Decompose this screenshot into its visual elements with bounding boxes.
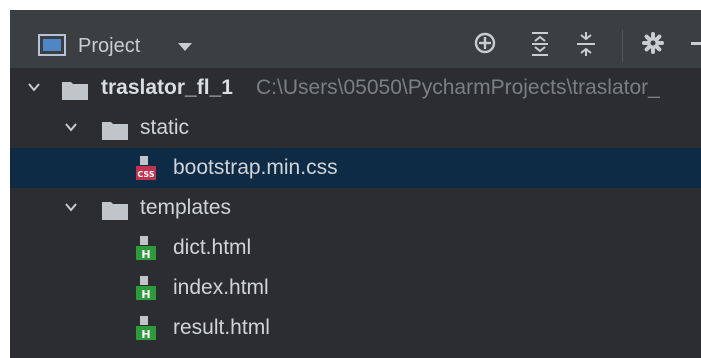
- folder-name-templates: templates: [140, 196, 232, 219]
- tree-row-static[interactable]: static: [10, 108, 701, 148]
- root-folder-path: C:\Users\05050\PycharmProjects\traslator…: [256, 76, 660, 99]
- folder-name-static: static: [140, 116, 190, 139]
- toolbar-separator: [622, 30, 623, 62]
- tree-row-index-html[interactable]: H index.html: [10, 268, 701, 308]
- root-folder-name: traslator_fl_1: [101, 76, 233, 99]
- gear-icon[interactable]: [641, 31, 665, 55]
- file-name-bootstrap-css: bootstrap.min.css: [173, 156, 338, 179]
- collapse-all-icon[interactable]: [575, 31, 597, 57]
- expand-all-icon[interactable]: [529, 31, 551, 57]
- folder-icon: [102, 202, 128, 220]
- folder-icon: [102, 122, 128, 140]
- html-badge-text: H: [141, 288, 150, 300]
- tree-row-templates[interactable]: templates: [10, 188, 701, 228]
- html-file-icon: H: [136, 236, 156, 260]
- project-tool-window: Project traslator_fl_1 C:\Users\05050\Py…: [10, 10, 701, 358]
- minimize-icon[interactable]: [691, 42, 701, 46]
- chevron-down-icon[interactable]: [27, 82, 41, 92]
- file-name-result-html: result.html: [173, 316, 270, 339]
- html-badge-text: H: [141, 248, 150, 260]
- html-file-icon: H: [136, 276, 156, 300]
- locate-icon[interactable]: [473, 31, 497, 55]
- html-file-icon: H: [136, 316, 156, 340]
- folder-icon: [62, 82, 88, 100]
- view-dropdown-icon[interactable]: [178, 43, 192, 51]
- project-toolbar: Project: [10, 10, 701, 68]
- project-view-label[interactable]: Project: [78, 35, 140, 58]
- html-badge-text: H: [141, 328, 150, 340]
- chevron-down-icon[interactable]: [64, 202, 78, 212]
- css-badge-text: CSS: [137, 170, 154, 179]
- css-file-icon: CSS: [136, 156, 156, 180]
- file-name-index-html: index.html: [173, 276, 269, 299]
- tree-row-result-html[interactable]: H result.html: [10, 308, 701, 348]
- project-view-icon: [38, 34, 66, 56]
- tree-row-dict-html[interactable]: H dict.html: [10, 228, 701, 268]
- tree-row-root[interactable]: traslator_fl_1 C:\Users\05050\PycharmPro…: [10, 68, 701, 108]
- file-name-dict-html: dict.html: [173, 236, 252, 259]
- chevron-down-icon[interactable]: [64, 122, 78, 132]
- tree-row-bootstrap-css[interactable]: CSS bootstrap.min.css: [10, 148, 701, 188]
